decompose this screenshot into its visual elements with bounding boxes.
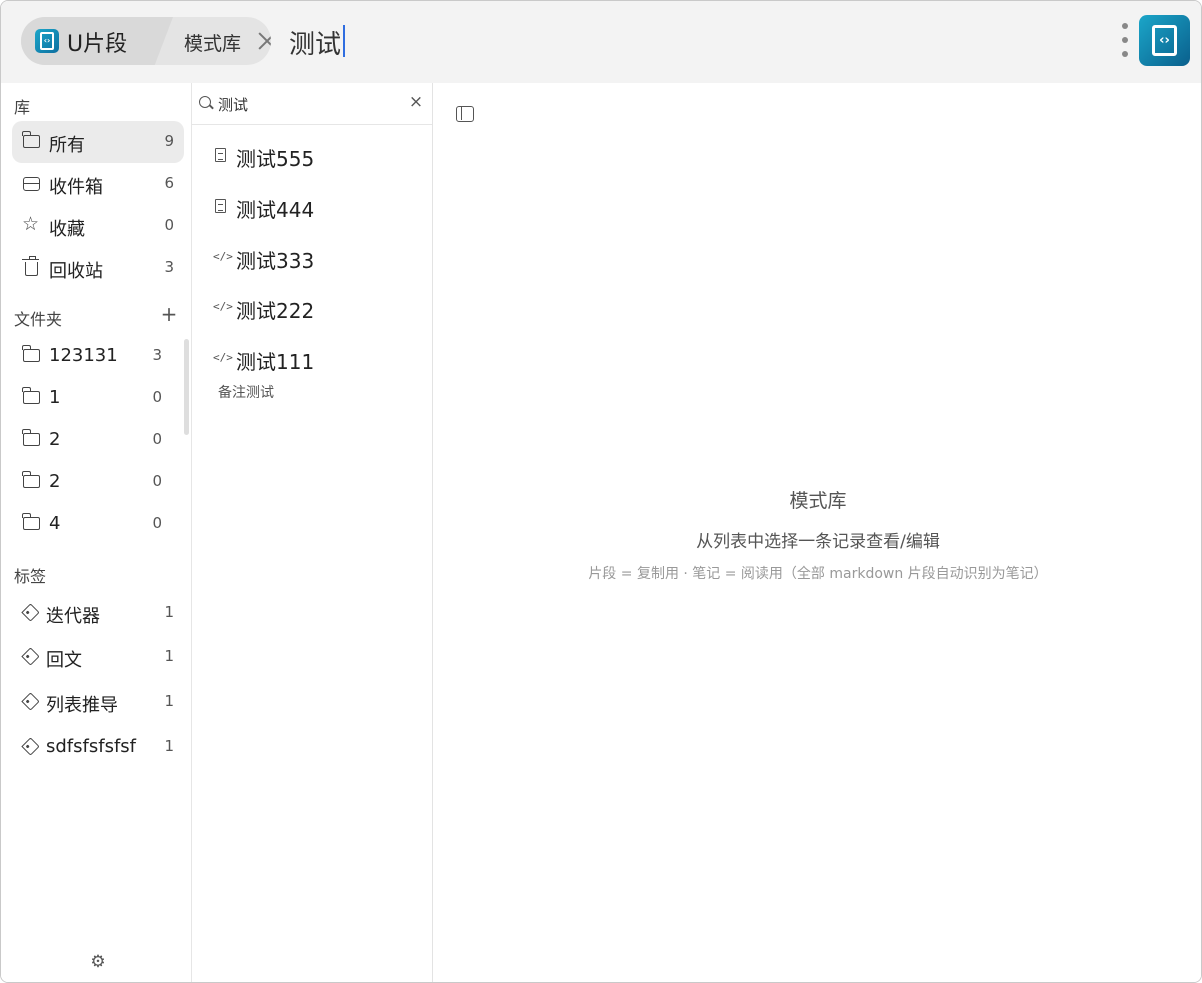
list-item-title: 测试333 (236, 249, 315, 273)
folder-icon (22, 471, 42, 492)
breadcrumb: U片段 模式库 (21, 17, 271, 65)
text-caret (343, 25, 345, 57)
list-item-title: 测试222 (236, 299, 315, 323)
sidebar-item-label: 1 (49, 387, 61, 408)
sidebar-item-folder[interactable]: 123131 3 (12, 335, 184, 377)
sidebar-item-label: 回文 (46, 650, 82, 671)
top-query-input[interactable] (289, 23, 589, 61)
code-icon: </> (213, 300, 233, 313)
sidebar-item-label: 列表推导 (46, 695, 118, 716)
note-icon (215, 199, 226, 213)
sidebar-item-count: 1 (164, 692, 174, 710)
sidebar-item-label: 回收站 (49, 261, 103, 282)
sidebar-item-count: 0 (152, 514, 162, 532)
list-item-title: 测试111 (236, 350, 315, 374)
sidebar-item-folder[interactable]: 4 0 (12, 503, 184, 545)
search-icon (199, 96, 211, 108)
sidebar-item-label: 收件箱 (49, 177, 103, 198)
sidebar-item-trash[interactable]: 回收站 3 (12, 247, 184, 289)
add-folder-button[interactable]: + (160, 304, 178, 324)
sidebar-item-count: 0 (152, 430, 162, 448)
app-logo-icon (35, 29, 59, 53)
sidebar-item-label: 2 (49, 471, 61, 492)
sidebar: 库 所有 9 收件箱 6 ☆ 收藏 0 回收站 3 文件夹 + 123131 3 (1, 83, 192, 982)
inbox-icon (22, 174, 42, 194)
app-window: U片段 模式库 库 所有 9 收件箱 6 ☆ 收藏 0 回收站 (0, 0, 1202, 983)
list-search-bar: × (192, 83, 432, 125)
sidebar-item-folder[interactable]: 2 0 (12, 419, 184, 461)
sidebar-item-count: 3 (164, 258, 174, 276)
sidebar-item-label: 所有 (49, 135, 85, 156)
note-icon (215, 148, 226, 162)
sidebar-item-all[interactable]: 所有 9 (12, 121, 184, 163)
list-item-title: 测试444 (236, 198, 315, 222)
sidebar-item-tag[interactable]: 列表推导 1 (12, 681, 184, 723)
list-item[interactable]: </> 测试111 备注测试 (192, 336, 432, 406)
list-item[interactable]: 测试555 (192, 133, 432, 181)
app-name: U片段 (67, 32, 128, 57)
sidebar-item-favorites[interactable]: ☆ 收藏 0 (12, 205, 184, 247)
sidebar-item-label: 迭代器 (46, 606, 100, 627)
breadcrumb-app[interactable]: U片段 (21, 17, 173, 65)
list-item[interactable]: </> 测试333 (192, 235, 432, 283)
trash-icon (22, 256, 42, 278)
snippet-list-pane: × 测试555 测试444 </> 测试333 </> 测试222 </> 测试… (192, 83, 433, 982)
empty-state-subtitle: 从列表中选择一条记录查看/编辑 (696, 532, 940, 552)
sidebar-item-label: 收藏 (49, 219, 85, 240)
sidebar-item-folder[interactable]: 2 0 (12, 461, 184, 503)
list-item[interactable]: </> 测试222 (192, 285, 432, 333)
folder-icon (22, 345, 42, 366)
more-menu-icon[interactable] (1119, 23, 1131, 59)
sidebar-item-label: 4 (49, 513, 61, 534)
detail-pane: 模式库 从列表中选择一条记录查看/编辑 片段 = 复制用 · 笔记 = 阅读用（… (433, 83, 1201, 982)
list-item-note: 备注测试 (218, 385, 274, 401)
sidebar-toggle-icon[interactable] (456, 106, 474, 122)
section-title-library: 库 (14, 98, 31, 117)
sidebar-item-count: 9 (164, 132, 174, 150)
close-library-icon[interactable] (257, 31, 271, 51)
sidebar-item-count: 1 (164, 647, 174, 665)
list-search-input[interactable] (218, 92, 398, 116)
star-icon: ☆ (22, 213, 40, 235)
app-launcher-icon[interactable] (1139, 15, 1190, 66)
empty-state-hint: 片段 = 复制用 · 笔记 = 阅读用（全部 markdown 片段自动识别为笔… (588, 566, 1048, 582)
sidebar-item-label: sdfsfsfsfsf (46, 736, 136, 757)
sidebar-item-count: 6 (164, 174, 174, 192)
folder-scrollbar[interactable] (184, 339, 189, 435)
list-item[interactable]: 测试444 (192, 184, 432, 232)
sidebar-item-count: 0 (152, 388, 162, 406)
clear-search-icon[interactable]: × (408, 94, 424, 111)
sidebar-item-inbox[interactable]: 收件箱 6 (12, 163, 184, 205)
sidebar-item-count: 1 (164, 603, 174, 621)
sidebar-item-tag[interactable]: sdfsfsfsfsf 1 (12, 726, 184, 768)
sidebar-item-count: 3 (152, 346, 162, 364)
gear-icon[interactable]: ⚙ (89, 953, 107, 971)
tag-icon (21, 737, 42, 757)
folder-icon (22, 429, 42, 450)
code-icon: </> (213, 250, 233, 263)
sidebar-item-folder[interactable]: 1 0 (12, 377, 184, 419)
empty-state-title: 模式库 (789, 490, 847, 512)
tag-icon (21, 692, 42, 712)
sidebar-item-count: 1 (164, 737, 174, 755)
section-title-tags: 标签 (14, 567, 47, 586)
sidebar-item-count: 0 (152, 472, 162, 490)
sidebar-item-tag[interactable]: 迭代器 1 (12, 592, 184, 634)
folder-icon (22, 387, 42, 408)
section-title-folders: 文件夹 (14, 310, 63, 329)
folder-icon (22, 513, 42, 534)
sidebar-item-label: 123131 (49, 345, 118, 366)
folder-icon (22, 131, 42, 152)
list-item-title: 测试555 (236, 147, 315, 171)
code-icon: </> (213, 351, 233, 364)
sidebar-item-label: 2 (49, 429, 61, 450)
sidebar-item-count: 0 (164, 216, 174, 234)
breadcrumb-library[interactable]: 模式库 (184, 29, 241, 56)
top-bar: U片段 模式库 (1, 1, 1201, 83)
tag-icon (21, 603, 42, 623)
tag-icon (21, 647, 42, 667)
sidebar-item-tag[interactable]: 回文 1 (12, 636, 184, 678)
